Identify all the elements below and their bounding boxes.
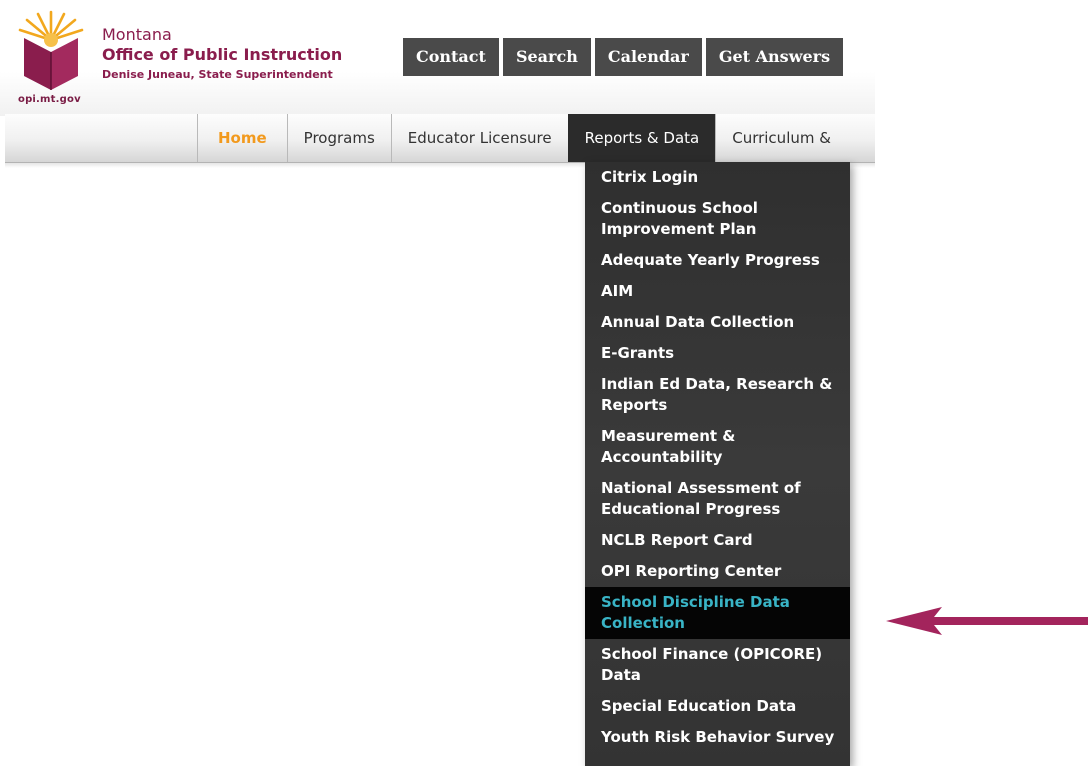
menu-item-aim[interactable]: AIM xyxy=(585,276,850,307)
contact-button[interactable]: Contact xyxy=(403,38,499,76)
nav-item-reports-data[interactable]: Reports & Data xyxy=(567,114,716,162)
nav-item-programs[interactable]: Programs xyxy=(286,114,391,162)
menu-item-school-finance-data[interactable]: School Finance (OPICORE) Data xyxy=(585,639,850,691)
nav-item-home[interactable]: Home xyxy=(197,114,287,162)
main-nav: Home Programs Educator Licensure Reports… xyxy=(5,114,875,163)
menu-item-nclb-report-card[interactable]: NCLB Report Card xyxy=(585,525,850,556)
menu-item-measurement-accountability[interactable]: Measurement & Accountability xyxy=(585,421,850,473)
menu-item-school-discipline-data-collection[interactable]: School Discipline Data Collection xyxy=(585,587,850,639)
brand-state-name: Montana xyxy=(102,25,172,44)
nav-item-educator-licensure[interactable]: Educator Licensure xyxy=(390,114,568,162)
site-url-label[interactable]: opi.mt.gov xyxy=(18,94,81,105)
menu-item-e-grants[interactable]: E-Grants xyxy=(585,338,850,369)
nav-item-curriculum[interactable]: Curriculum & xyxy=(715,114,842,162)
calendar-button[interactable]: Calendar xyxy=(594,38,702,76)
menu-item-citrix-login[interactable]: Citrix Login xyxy=(585,162,850,193)
opi-book-logo-icon[interactable] xyxy=(18,10,84,92)
get-answers-button[interactable]: Get Answers xyxy=(705,38,844,76)
site-header: opi.mt.gov Montana Office of Public Inst… xyxy=(0,0,875,116)
page: opi.mt.gov Montana Office of Public Inst… xyxy=(0,0,1088,766)
brand-office-name[interactable]: Office of Public Instruction xyxy=(102,45,342,64)
nav-items: Home Programs Educator Licensure Reports… xyxy=(197,114,842,162)
menu-item-naep[interactable]: National Assessment of Educational Progr… xyxy=(585,473,850,525)
annotation-arrow-icon xyxy=(886,607,1088,635)
brand-subtitle: Denise Juneau, State Superintendent xyxy=(102,68,333,81)
menu-item-youth-risk-behavior-survey[interactable]: Youth Risk Behavior Survey xyxy=(585,722,850,753)
search-button[interactable]: Search xyxy=(502,38,591,76)
menu-item-annual-data-collection[interactable]: Annual Data Collection xyxy=(585,307,850,338)
menu-item-opi-reporting-center[interactable]: OPI Reporting Center xyxy=(585,556,850,587)
menu-item-indian-ed-data[interactable]: Indian Ed Data, Research & Reports xyxy=(585,369,850,421)
menu-item-continuous-school-improvement-plan[interactable]: Continuous School Improvement Plan xyxy=(585,193,850,245)
menu-item-adequate-yearly-progress[interactable]: Adequate Yearly Progress xyxy=(585,245,850,276)
menu-item-special-education-data[interactable]: Special Education Data xyxy=(585,691,850,722)
utility-links: Contact Search Calendar Get Answers xyxy=(403,38,844,76)
reports-data-dropdown: Citrix Login Continuous School Improveme… xyxy=(585,162,850,766)
